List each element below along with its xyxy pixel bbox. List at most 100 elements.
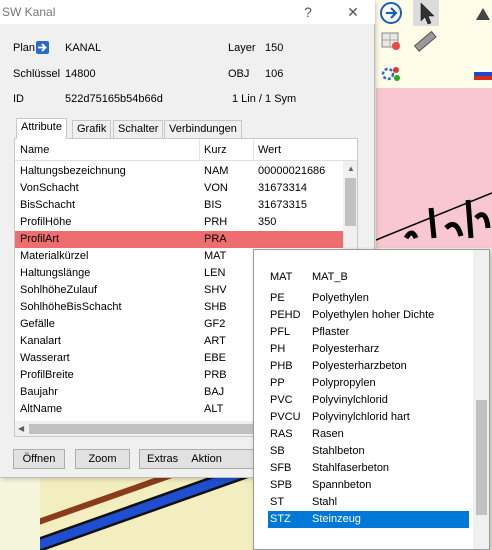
item-code: ST xyxy=(270,496,285,508)
list-item[interactable]: PVCU Polyvinylchlorid hart xyxy=(268,409,469,426)
row-kurz: PRA xyxy=(204,233,227,245)
row-name: AltName xyxy=(20,403,63,415)
row-name: SohlhöheZulauf xyxy=(20,284,98,296)
grid-header: Name Kurz Wert xyxy=(15,139,357,161)
row-kurz: LEN xyxy=(204,267,226,279)
row-name: ProfilBreite xyxy=(20,369,74,381)
item-code: PH xyxy=(270,343,286,355)
list-item[interactable]: PH Polyesterharz xyxy=(268,341,469,358)
list-item[interactable]: PE Polyethylen xyxy=(268,290,469,307)
layer-image-icon[interactable] xyxy=(380,30,402,52)
scroll-thumb[interactable] xyxy=(345,178,356,226)
table-row[interactable]: BisSchacht BIS 31673315 xyxy=(15,197,343,214)
column-header-name[interactable]: Name xyxy=(20,144,49,156)
dropdown-column-mat-b: MAT_B xyxy=(312,271,348,283)
item-code: SPB xyxy=(270,479,293,491)
plan-value: KANAL xyxy=(65,42,102,54)
item-code: PE xyxy=(270,292,285,304)
row-name: Kanalart xyxy=(20,335,61,347)
oeffnen-button[interactable]: Öffnen xyxy=(13,449,65,469)
row-kurz: ALT xyxy=(204,403,224,415)
table-row[interactable]: ProfilHöhe PRH 350 xyxy=(15,214,343,231)
row-name: ProfilHöhe xyxy=(20,216,72,228)
scroll-thumb[interactable] xyxy=(476,400,487,515)
row-kurz: ART xyxy=(204,335,226,347)
item-desc: Polypropylen xyxy=(312,377,376,389)
column-header-kurz[interactable]: Kurz xyxy=(204,144,227,156)
plan-arrow-icon[interactable] xyxy=(36,41,49,54)
list-item[interactable]: RAS Rasen xyxy=(268,426,469,443)
column-divider[interactable] xyxy=(253,139,254,161)
pointer-icon[interactable] xyxy=(413,0,439,26)
list-item[interactable]: SB Stahlbeton xyxy=(268,443,469,460)
list-item[interactable]: PHB Polyesterharzbeton xyxy=(268,358,469,375)
row-kurz: SHB xyxy=(204,301,227,313)
id-value: 522d75165b54b66d xyxy=(65,93,163,105)
obj-value: 106 xyxy=(265,68,284,80)
row-kurz: EBE xyxy=(204,352,227,364)
material-dropdown-list[interactable]: MAT MAT_B PE Polyethylen PEHD Polyethyle… xyxy=(253,249,490,550)
list-item[interactable]: PFL Pflaster xyxy=(268,324,469,341)
column-divider[interactable] xyxy=(199,139,200,161)
list-item[interactable]: PEHD Polyethylen hoher Dichte xyxy=(268,307,469,324)
tab-schalter[interactable]: Schalter xyxy=(113,120,164,138)
title-bar[interactable]: SW Kanal ? ✕ xyxy=(0,0,375,24)
row-kurz: BIS xyxy=(204,199,222,211)
flag-icon[interactable] xyxy=(474,62,492,84)
list-item[interactable]: SFB Stahlfaserbeton xyxy=(268,460,469,477)
row-name: Haltungslänge xyxy=(20,267,91,279)
layer-value: 150 xyxy=(265,42,284,54)
row-wert[interactable]: 00000021686 xyxy=(258,165,325,177)
item-desc: Polyesterharz xyxy=(312,343,380,355)
table-row[interactable]: VonSchacht VON 31673314 xyxy=(15,180,343,197)
row-kurz: VON xyxy=(204,182,228,194)
row-kurz: BAJ xyxy=(204,386,225,398)
tab-attribute[interactable]: Attribute xyxy=(16,118,67,139)
aktion-label: Aktion xyxy=(191,453,222,465)
item-code: PVC xyxy=(270,394,293,406)
scroll-thumb[interactable] xyxy=(29,424,265,434)
row-name: Baujahr xyxy=(20,386,58,398)
row-kurz: MAT xyxy=(204,250,227,262)
item-code: PEHD xyxy=(270,309,301,321)
row-name: Materialkürzel xyxy=(20,250,89,262)
table-row[interactable]: Haltungsbezeichnung NAM 00000021686 xyxy=(15,163,343,180)
scroll-left-icon[interactable]: ◀ xyxy=(18,424,24,433)
item-desc: Stahlfaserbeton xyxy=(312,462,390,474)
row-wert[interactable]: 350 xyxy=(258,216,276,228)
map-pipe-area xyxy=(40,470,260,550)
dropdown-scrollbar[interactable] xyxy=(473,250,489,549)
list-item[interactable]: PP Polypropylen xyxy=(268,375,469,392)
ruler-icon[interactable] xyxy=(412,30,438,52)
obj-label: OBJ xyxy=(228,68,250,80)
extras-aktion-button[interactable]: Extras Aktion xyxy=(139,449,259,469)
item-code: PP xyxy=(270,377,285,389)
tab-grafik[interactable]: Grafik xyxy=(72,120,112,138)
item-desc: Rasen xyxy=(312,428,344,440)
list-item[interactable]: ST Stahl xyxy=(268,494,469,511)
column-header-wert[interactable]: Wert xyxy=(258,144,281,156)
scroll-up-icon[interactable]: ▲ xyxy=(347,164,355,173)
row-name: Haltungsbezeichnung xyxy=(20,165,126,177)
zoom-button[interactable]: Zoom xyxy=(75,449,130,469)
row-wert[interactable]: 31673314 xyxy=(258,182,307,194)
row-name: SohlhöheBisSchacht xyxy=(20,301,122,313)
id-label: ID xyxy=(13,93,24,105)
item-code: SB xyxy=(270,445,285,457)
dropdown-column-mat: MAT xyxy=(270,271,293,283)
item-desc: Spannbeton xyxy=(312,479,372,491)
lin-sym-info: 1 Lin / 1 Sym xyxy=(232,93,297,105)
list-item[interactable]: PVC Polyvinylchlorid xyxy=(268,392,469,409)
map-pink-area xyxy=(376,88,492,248)
list-item-selected[interactable]: STZ Steinzeug xyxy=(268,511,469,528)
close-button[interactable]: ✕ xyxy=(341,2,365,22)
nav-arrow-icon[interactable] xyxy=(380,2,402,24)
table-row-highlighted[interactable]: ProfilArt PRA xyxy=(15,231,343,248)
item-desc: Stahl xyxy=(312,496,338,508)
help-button[interactable]: ? xyxy=(296,2,320,22)
row-kurz: PRH xyxy=(204,216,228,228)
row-wert[interactable]: 31673315 xyxy=(258,199,307,211)
settings-icon[interactable] xyxy=(380,62,402,84)
tab-verbindungen[interactable]: Verbindungen xyxy=(164,120,242,138)
list-item[interactable]: SPB Spannbeton xyxy=(268,477,469,494)
